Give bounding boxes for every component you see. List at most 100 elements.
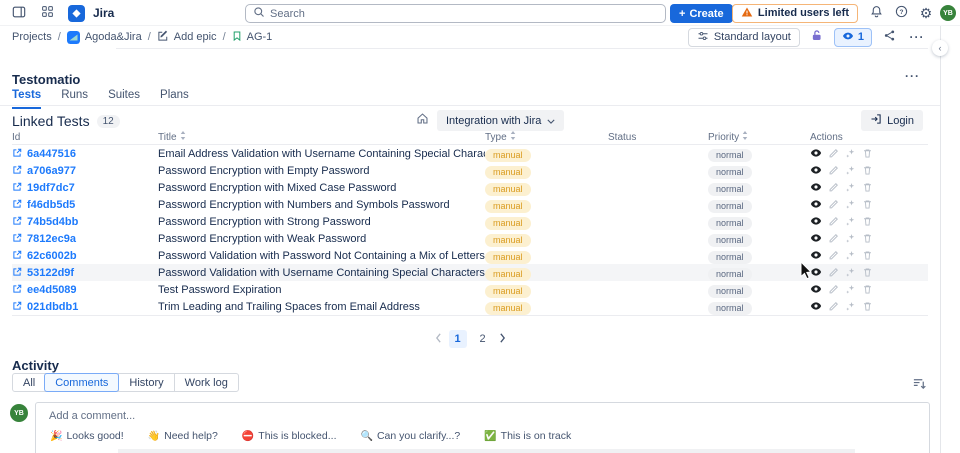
tab-tests[interactable]: Tests bbox=[12, 89, 42, 109]
home-button[interactable] bbox=[416, 112, 429, 128]
quick-reply-need-help[interactable]: 👋 Need help? bbox=[148, 430, 218, 442]
settings-button[interactable]: ⚙ bbox=[915, 2, 937, 24]
edit-test-button[interactable] bbox=[828, 283, 839, 298]
row-id-link[interactable]: 19df7dc7 bbox=[27, 182, 75, 194]
row-id-link[interactable]: a706a977 bbox=[27, 165, 76, 177]
row-id-link[interactable]: 6a447516 bbox=[27, 148, 76, 160]
share-button[interactable] bbox=[878, 26, 900, 48]
quick-reply-looks-good[interactable]: 🎉 Looks good! bbox=[50, 430, 124, 442]
tab-runs[interactable]: Runs bbox=[61, 89, 88, 109]
edit-test-button[interactable] bbox=[828, 249, 839, 264]
table-row[interactable]: 021dbdb1 Trim Leading and Trailing Space… bbox=[12, 298, 928, 315]
tab-suites[interactable]: Suites bbox=[108, 89, 140, 109]
table-row[interactable]: a706a977 Password Encryption with Empty … bbox=[12, 162, 928, 179]
delete-test-button[interactable] bbox=[862, 164, 873, 179]
delete-test-button[interactable] bbox=[862, 232, 873, 247]
activity-sort-button[interactable] bbox=[912, 376, 927, 394]
breadcrumb-projects[interactable]: Projects bbox=[12, 31, 52, 43]
row-id-link[interactable]: 7812ec9a bbox=[27, 233, 76, 245]
ai-test-button[interactable] bbox=[845, 266, 856, 281]
quick-reply-on-track[interactable]: ✅ This is on track bbox=[484, 430, 571, 442]
ai-test-button[interactable] bbox=[845, 164, 856, 179]
search-input[interactable] bbox=[270, 7, 658, 20]
app-switcher-button[interactable] bbox=[36, 2, 58, 24]
delete-test-button[interactable] bbox=[862, 198, 873, 213]
ai-test-button[interactable] bbox=[845, 249, 856, 264]
column-header-priority[interactable]: Priority bbox=[708, 131, 810, 143]
view-test-button[interactable] bbox=[810, 232, 822, 247]
testomatio-more-button[interactable]: ··· bbox=[905, 68, 920, 83]
page-1-button[interactable]: 1 bbox=[448, 330, 467, 348]
table-row[interactable]: f46db5d5 Password Encryption with Number… bbox=[12, 196, 928, 213]
global-search[interactable] bbox=[245, 4, 666, 23]
login-button[interactable]: Login bbox=[861, 110, 923, 131]
table-row[interactable]: 62c6002b Password Validation with Passwo… bbox=[12, 247, 928, 264]
view-test-button[interactable] bbox=[810, 215, 822, 230]
edit-test-button[interactable] bbox=[828, 147, 839, 162]
ai-test-button[interactable] bbox=[845, 300, 856, 315]
ai-test-button[interactable] bbox=[845, 181, 856, 196]
integration-dropdown[interactable]: Integration with Jira bbox=[437, 110, 565, 131]
next-page-button[interactable] bbox=[499, 332, 506, 346]
view-test-button[interactable] bbox=[810, 283, 822, 298]
delete-test-button[interactable] bbox=[862, 147, 873, 162]
edit-test-button[interactable] bbox=[828, 266, 839, 281]
view-test-button[interactable] bbox=[810, 198, 822, 213]
sidebar-toggle-button[interactable] bbox=[8, 2, 30, 24]
table-row[interactable]: 74b5d4bb Password Encryption with Strong… bbox=[12, 213, 928, 230]
limited-users-button[interactable]: Limited users left bbox=[731, 3, 858, 23]
breadcrumb-issue[interactable]: AG-1 bbox=[232, 30, 272, 45]
help-button[interactable]: ? bbox=[890, 2, 912, 24]
table-row[interactable]: ee4d5089 Test Password Expiration manual… bbox=[12, 281, 928, 298]
tab-plans[interactable]: Plans bbox=[160, 89, 189, 109]
quick-reply-clarify[interactable]: 🔍 Can you clarify...? bbox=[361, 430, 461, 442]
view-test-button[interactable] bbox=[810, 300, 822, 315]
jira-logo-icon[interactable] bbox=[68, 4, 85, 22]
view-test-button[interactable] bbox=[810, 164, 822, 179]
table-row[interactable]: 7812ec9a Password Encryption with Weak P… bbox=[12, 230, 928, 247]
comment-placeholder[interactable]: Add a comment... bbox=[49, 410, 135, 422]
breadcrumb-project[interactable]: Agoda&Jira bbox=[66, 30, 142, 44]
row-id-link[interactable]: 62c6002b bbox=[27, 250, 77, 262]
view-test-button[interactable] bbox=[810, 147, 822, 162]
row-id-link[interactable]: f46db5d5 bbox=[27, 199, 75, 211]
user-avatar[interactable]: YB bbox=[940, 5, 956, 21]
delete-test-button[interactable] bbox=[862, 266, 873, 281]
ai-test-button[interactable] bbox=[845, 283, 856, 298]
filter-history[interactable]: History bbox=[118, 374, 173, 391]
filter-worklog[interactable]: Work log bbox=[173, 374, 238, 391]
delete-test-button[interactable] bbox=[862, 283, 873, 298]
filter-comments[interactable]: Comments bbox=[44, 373, 120, 392]
collapse-panel-button[interactable]: ‹ bbox=[932, 40, 948, 56]
prev-page-button[interactable] bbox=[435, 332, 442, 346]
table-row[interactable]: 53122d9f Password Validation with Userna… bbox=[12, 264, 928, 281]
edit-test-button[interactable] bbox=[828, 181, 839, 196]
delete-test-button[interactable] bbox=[862, 300, 873, 315]
table-row[interactable]: 6a447516 Email Address Validation with U… bbox=[12, 145, 928, 162]
row-id-link[interactable]: 53122d9f bbox=[27, 267, 74, 279]
view-test-button[interactable] bbox=[810, 249, 822, 264]
filter-all[interactable]: All bbox=[13, 374, 45, 391]
standard-layout-button[interactable]: Standard layout bbox=[687, 27, 800, 47]
view-test-button[interactable] bbox=[810, 181, 822, 196]
delete-test-button[interactable] bbox=[862, 181, 873, 196]
row-id-link[interactable]: 74b5d4bb bbox=[27, 216, 78, 228]
comment-box[interactable]: Add a comment... 🎉 Looks good! 👋 Need he… bbox=[35, 402, 930, 453]
create-button[interactable]: + Create bbox=[670, 4, 733, 23]
edit-test-button[interactable] bbox=[828, 198, 839, 213]
breadcrumb-add-epic[interactable]: Add epic bbox=[157, 30, 217, 45]
row-id-link[interactable]: 021dbdb1 bbox=[27, 301, 78, 313]
table-row[interactable]: 19df7dc7 Password Encryption with Mixed … bbox=[12, 179, 928, 196]
quick-reply-blocked[interactable]: ⛔ This is blocked... bbox=[242, 430, 337, 442]
notifications-button[interactable] bbox=[865, 2, 887, 24]
view-test-button[interactable] bbox=[810, 266, 822, 281]
delete-test-button[interactable] bbox=[862, 215, 873, 230]
column-header-type[interactable]: Type bbox=[485, 131, 608, 143]
watchers-button[interactable]: 1 bbox=[833, 27, 872, 47]
edit-test-button[interactable] bbox=[828, 215, 839, 230]
edit-test-button[interactable] bbox=[828, 232, 839, 247]
ai-test-button[interactable] bbox=[845, 215, 856, 230]
edit-test-button[interactable] bbox=[828, 164, 839, 179]
delete-test-button[interactable] bbox=[862, 249, 873, 264]
ai-test-button[interactable] bbox=[845, 232, 856, 247]
